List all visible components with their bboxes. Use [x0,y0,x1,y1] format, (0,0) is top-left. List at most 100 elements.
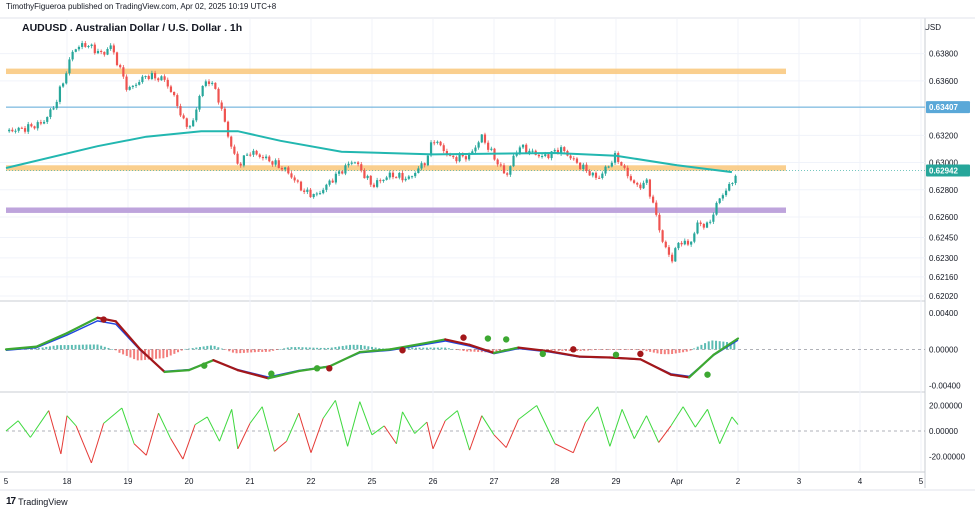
candle-body [442,145,445,152]
mid-zone[interactable] [6,165,786,171]
oscillator-segment [414,421,428,434]
macd-histogram-bar [641,349,644,351]
price-tick-label: 0.63800 [929,50,958,59]
macd-tick-label: 0.00000 [929,345,958,354]
price-tick-label: 0.62600 [929,213,958,222]
macd-histogram-bar [118,349,121,353]
chart-canvas[interactable]: 5 18 19 20 21 22 25 26 27 28 29 Apr 2 3 4 5 0.63800 0.636… [0,0,975,513]
candle-body [84,43,87,47]
candle-body [134,84,138,86]
candle-body [569,155,572,159]
candle-body [391,172,395,178]
oscillator-segment [694,409,708,428]
candle-body [166,79,169,87]
macd-histogram-bar [341,345,344,350]
candle-body [712,214,715,222]
candle-body [623,165,626,168]
oscillator-segment [310,418,324,453]
oscillator-segment [170,438,184,460]
oscillator-segment [103,407,123,424]
tradingview-brand: TradingView [18,496,68,507]
macd-histogram-bar [319,347,322,350]
candle-body [582,164,585,170]
candle-body [452,155,455,158]
macd-histogram-bar [469,349,472,352]
candle-body [483,134,487,143]
candle-body [315,193,318,195]
candle-body [103,51,106,55]
candle-body [629,176,632,181]
candle-body [721,195,724,199]
candle-body [360,164,363,171]
candle-body [658,214,661,231]
macd-histogram-bar [422,347,425,350]
candle-body [131,85,134,87]
price-tick-label: 0.63200 [929,131,958,140]
candle-body [671,254,674,262]
candle-body [293,177,296,181]
macd-histogram-bar [612,349,615,350]
macd-histogram-bar [103,346,106,350]
candle-body [303,190,306,192]
candle-body [651,196,655,203]
oscillator-segment [371,425,385,436]
macd-histogram-bar [561,349,564,351]
macd-histogram-bar [458,349,461,351]
oscillator-segment [231,409,239,449]
macd-histogram-bar [718,341,721,350]
candle-body [702,224,705,228]
candle-body [318,193,322,195]
pane-frames [0,17,975,491]
tradingview-logo[interactable]: 17 TradingView [6,496,68,507]
macd-histogram-bar [649,349,652,352]
macd-histogram-bar [586,349,589,351]
candle-body [261,156,265,159]
oscillator-segment [536,405,556,444]
oscillator-segment [60,415,68,455]
candle-body [236,153,239,164]
horizontal-zones [6,68,925,213]
candle-body [686,240,690,245]
macd-histogram-bar [429,347,432,350]
candle-body [109,45,112,49]
candle-body [382,179,385,182]
candle-body [277,160,280,168]
macd-histogram-bar [250,349,253,353]
macd-histogram-bar [239,349,242,354]
candle-body [119,65,122,68]
candle-body [77,46,81,50]
macd-histogram-bar [162,349,165,359]
candle-body [96,50,100,54]
candle-body [385,177,388,180]
candle-body [290,173,293,178]
candle-body [182,115,185,119]
candle-body [594,172,598,178]
macd-histogram-bar [34,348,37,350]
macd-histogram-bar [371,346,373,350]
macd-histogram-bar [338,346,341,350]
macd-histogram-bar [674,349,677,354]
macd-histogram-bar [645,349,648,352]
macd-cross-dot [704,371,711,378]
macd-histogram-bar [67,345,70,350]
oscillator-segment [621,409,635,439]
candle-body [667,247,671,255]
candle-body [379,180,382,182]
oscillator-segment [719,416,733,444]
candle-body [93,44,96,54]
macd-histogram-bar [48,346,51,350]
candle-body [195,109,198,121]
macd-histogram-bar [352,344,355,350]
candle-body [144,76,147,78]
macd-signal-segment [608,356,642,361]
candle-body [604,166,607,174]
macd-signal-segment [669,373,691,379]
macd-histogram-bar [630,349,633,350]
chart-root[interactable]: TimothyFigueroa published on TradingView… [0,0,975,513]
support-zone[interactable] [6,207,786,213]
macd-histogram-bar [711,340,714,350]
candle-body [436,141,439,143]
candle-body [661,230,664,242]
macd-histogram-bar [195,347,198,350]
candle-body [537,154,540,157]
